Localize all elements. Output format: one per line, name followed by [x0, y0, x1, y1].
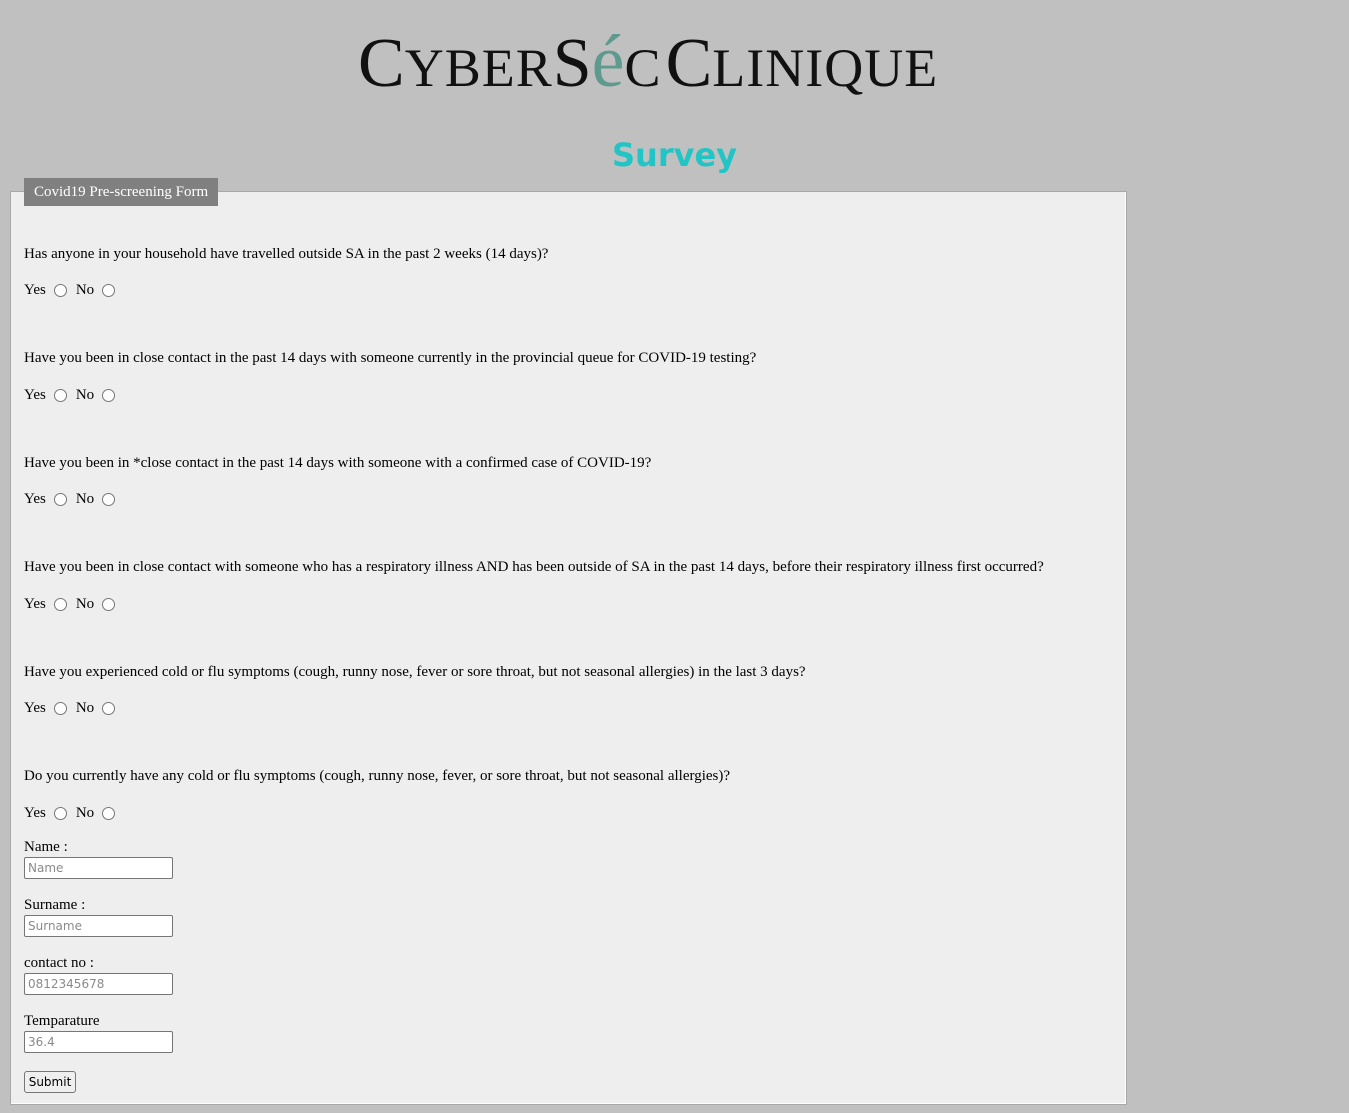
- logo-letter: YBER: [404, 38, 553, 98]
- no-label: No: [75, 281, 95, 298]
- answer-row-4: Yes No: [24, 594, 124, 614]
- logo-letter: S: [552, 25, 592, 102]
- yes-label: Yes: [24, 490, 46, 507]
- answer-row-6: Yes No: [24, 803, 124, 823]
- yes-label: Yes: [24, 804, 46, 821]
- answer-row-5: Yes No: [24, 698, 124, 718]
- contact-input[interactable]: [24, 973, 173, 995]
- no-radio[interactable]: [102, 806, 116, 820]
- no-label: No: [75, 595, 95, 612]
- answer-row-2: Yes No: [24, 385, 124, 405]
- question-5: Have you experienced cold or flu symptom…: [24, 664, 806, 680]
- yes-label: Yes: [24, 281, 46, 298]
- contact-label: contact no :: [24, 955, 94, 971]
- answer-row-1: Yes No: [24, 280, 124, 300]
- no-label: No: [75, 490, 95, 507]
- logo-accent-letter: é: [591, 21, 625, 103]
- surname-input[interactable]: [24, 915, 173, 937]
- logo-letter: C: [358, 25, 405, 102]
- no-radio[interactable]: [102, 597, 116, 611]
- yes-radio[interactable]: [53, 492, 67, 506]
- no-radio[interactable]: [102, 283, 116, 297]
- logo-letter: C: [624, 38, 662, 98]
- page-title: Survey: [611, 136, 738, 174]
- yes-label: Yes: [24, 595, 46, 612]
- clinic-logo: CYBERSéC CLINIQUE: [358, 25, 998, 100]
- no-label: No: [75, 804, 95, 821]
- question-1: Has anyone in your household have travel…: [24, 246, 549, 262]
- submit-button[interactable]: Submit: [24, 1071, 76, 1093]
- temperature-input[interactable]: [24, 1031, 173, 1053]
- prescreening-form: [10, 191, 1127, 1105]
- question-3: Have you been in *close contact in the p…: [24, 455, 652, 471]
- yes-radio[interactable]: [53, 388, 67, 402]
- temperature-label: Temparature: [24, 1013, 100, 1029]
- no-radio[interactable]: [102, 492, 116, 506]
- yes-radio[interactable]: [53, 597, 67, 611]
- no-label: No: [75, 386, 95, 403]
- question-2: Have you been in close contact in the pa…: [24, 350, 757, 366]
- question-6: Do you currently have any cold or flu sy…: [24, 768, 731, 784]
- logo-letter: LINIQUE: [712, 38, 939, 98]
- form-legend: Covid19 Pre-screening Form: [24, 178, 219, 206]
- no-label: No: [75, 699, 95, 716]
- yes-label: Yes: [24, 386, 46, 403]
- name-input[interactable]: [24, 857, 173, 879]
- yes-radio[interactable]: [53, 701, 67, 715]
- answer-row-3: Yes No: [24, 489, 124, 509]
- name-label: Name :: [24, 839, 68, 855]
- yes-radio[interactable]: [53, 806, 67, 820]
- logo-letter: C: [665, 25, 713, 102]
- yes-radio[interactable]: [53, 283, 67, 297]
- question-4: Have you been in close contact with some…: [24, 559, 1044, 575]
- no-radio[interactable]: [102, 701, 116, 715]
- no-radio[interactable]: [102, 388, 116, 402]
- surname-label: Surname :: [24, 897, 86, 913]
- yes-label: Yes: [24, 699, 46, 716]
